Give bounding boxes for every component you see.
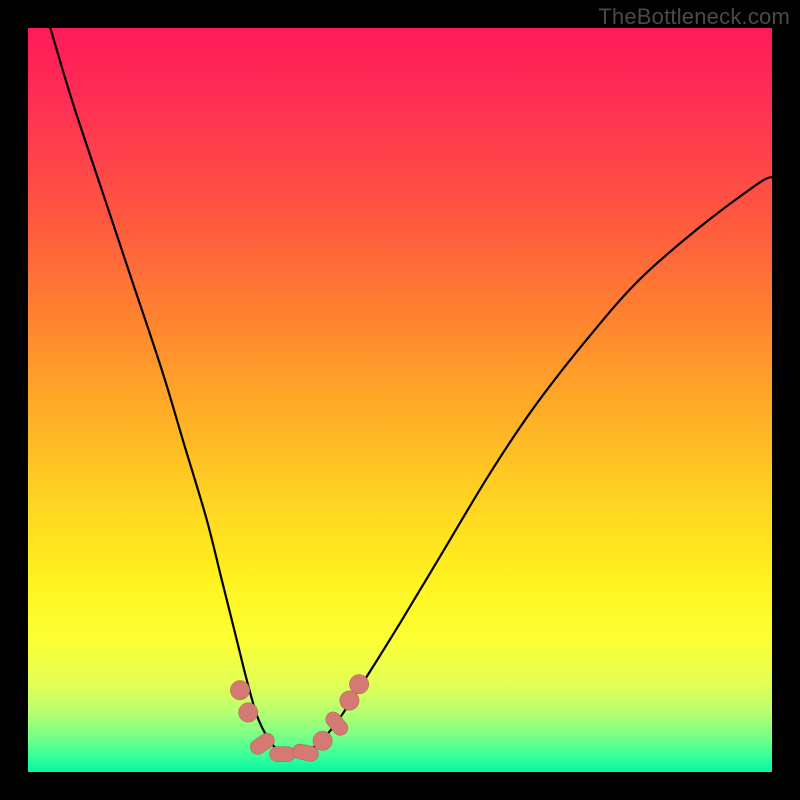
chart-frame: TheBottleneck.com xyxy=(0,0,800,800)
curve-marker-pill xyxy=(269,747,295,762)
curve-marker-dot xyxy=(239,703,258,722)
curve-marker-dot xyxy=(349,675,368,694)
curve-markers xyxy=(230,675,368,763)
chart-plot-area xyxy=(28,28,772,772)
watermark-text: TheBottleneck.com xyxy=(598,4,790,30)
curve-marker-dot xyxy=(340,691,359,710)
bottleneck-curve-svg xyxy=(28,28,772,772)
bottleneck-curve-path xyxy=(50,28,772,756)
curve-marker-dot xyxy=(230,680,249,699)
curve-marker-dot xyxy=(313,731,332,750)
